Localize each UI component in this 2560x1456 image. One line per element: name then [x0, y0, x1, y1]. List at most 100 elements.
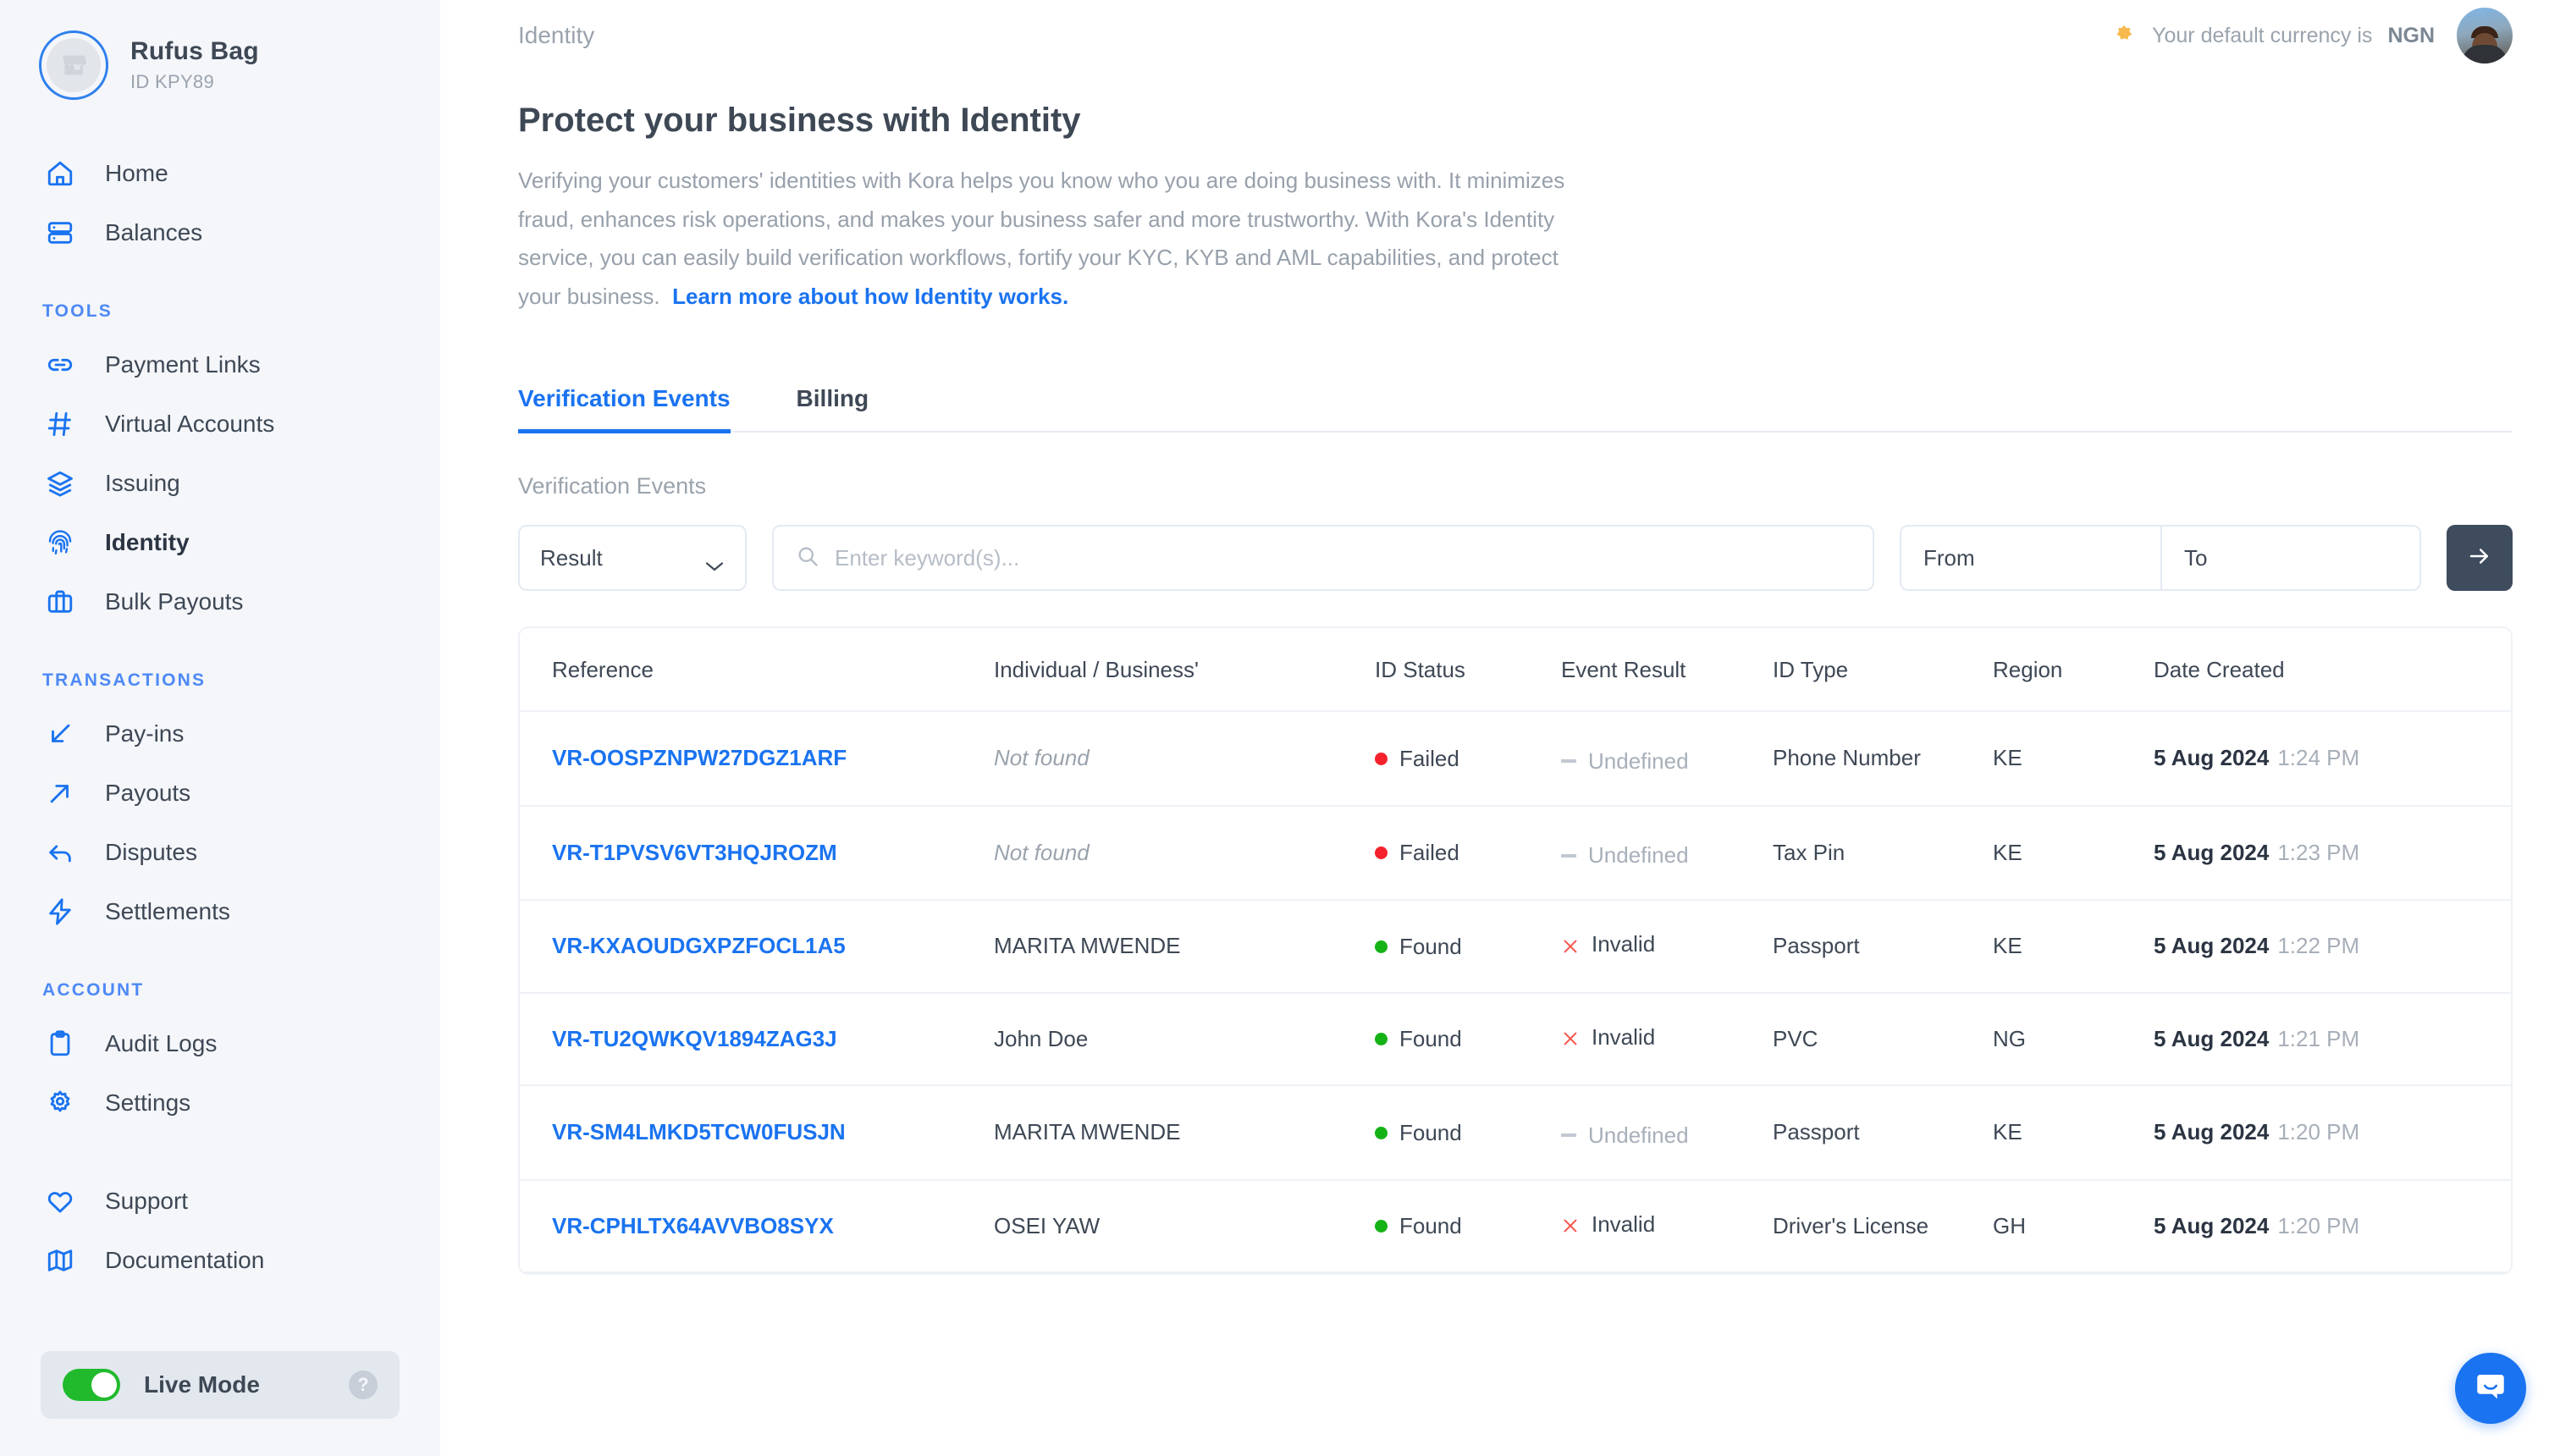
cell-date-created: 5 Aug 2024 1:22 PM	[2154, 900, 2511, 994]
status-label: Failed	[1399, 840, 1459, 866]
date-from-field[interactable]: From	[1901, 527, 2160, 589]
user-avatar[interactable]	[2457, 8, 2513, 63]
status-label: Failed	[1399, 745, 1459, 771]
sidebar-item-issuing[interactable]: Issuing	[0, 454, 440, 513]
column-header-region: Region	[1993, 628, 2154, 712]
layers-icon	[42, 466, 78, 501]
sidebar-item-settlements[interactable]: Settlements	[0, 882, 440, 941]
date-value: 5 Aug 2024	[2154, 745, 2270, 771]
cell-event-result: Invalid	[1561, 992, 1773, 1086]
page-description: Verifying your customers' identities wit…	[518, 162, 1602, 316]
table-row[interactable]: VR-TU2QWKQV1894ZAG3J John Doe Found Invalid…	[520, 992, 2511, 1086]
sidebar-item-payment-links[interactable]: Payment Links	[0, 335, 440, 394]
cell-region: NG	[1993, 992, 2154, 1086]
sidebar-item-balances[interactable]: Balances	[0, 203, 440, 262]
reference-link[interactable]: VR-OOSPZNPW27DGZ1ARF	[552, 745, 847, 770]
sidebar-item-identity[interactable]: Identity	[0, 513, 440, 572]
hash-icon	[42, 406, 78, 442]
reference-link[interactable]: VR-KXAOUDGXPZFOCL1A5	[552, 933, 846, 958]
search-input[interactable]	[835, 544, 1851, 571]
result-filter-select[interactable]: Result	[518, 525, 747, 591]
apply-filter-button[interactable]	[2447, 525, 2513, 591]
balances-icon	[42, 215, 78, 251]
profile-block[interactable]: Rufus Bag ID KPY89	[0, 0, 440, 100]
reference-link[interactable]: VR-TU2QWKQV1894ZAG3J	[552, 1026, 837, 1051]
sidebar-item-documentation[interactable]: Documentation	[0, 1231, 440, 1290]
reference-link[interactable]: VR-CPHLTX64AVVBO8SYX	[552, 1213, 834, 1238]
cell-event-result: Undefined	[1561, 1085, 1773, 1181]
sidebar-item-virtual-accounts[interactable]: Virtual Accounts	[0, 394, 440, 454]
cell-region: GH	[1993, 1179, 2154, 1273]
sidebar-item-audit-logs[interactable]: Audit Logs	[0, 1014, 440, 1073]
event-result-label: Invalid	[1592, 931, 1656, 957]
cell-event-result: Invalid	[1561, 1179, 1773, 1273]
result-filter-value: Result	[540, 544, 603, 571]
live-mode-toggle[interactable]	[63, 1369, 120, 1401]
link-icon	[42, 347, 78, 383]
sidebar-item-disputes[interactable]: Disputes	[0, 823, 440, 882]
table-row[interactable]: VR-OOSPZNPW27DGZ1ARF Not found Failed Undef…	[520, 711, 2511, 807]
column-header-id-status: ID Status	[1375, 628, 1561, 712]
cell-date-created: 5 Aug 2024 1:24 PM	[2154, 711, 2511, 807]
cell-id-status: Found	[1375, 1179, 1561, 1273]
table-row[interactable]: VR-KXAOUDGXPZFOCL1A5 MARITA MWENDE Found In…	[520, 900, 2511, 994]
cell-id-status: Found	[1375, 1085, 1561, 1181]
sidebar-item-settings[interactable]: Settings	[0, 1073, 440, 1133]
date-to-field[interactable]: To	[2160, 527, 2419, 589]
status-label: Found	[1399, 1026, 1462, 1052]
status-dot-green-icon	[1375, 1126, 1388, 1139]
status-label: Found	[1399, 1213, 1462, 1239]
event-result-badge: Undefined	[1561, 748, 1689, 775]
reference-link[interactable]: VR-SM4LMKD5TCW0FUSJN	[552, 1119, 846, 1144]
table-row[interactable]: VR-SM4LMKD5TCW0FUSJN MARITA MWENDE Found Un…	[520, 1085, 2511, 1181]
close-icon	[1561, 1028, 1580, 1046]
cell-individual-business: Not found	[994, 805, 1375, 901]
dash-icon	[1561, 853, 1576, 858]
arrow-down-left-icon	[42, 716, 78, 752]
cell-id-status: Failed	[1375, 711, 1561, 807]
sidebar-item-label: Audit Logs	[105, 1030, 218, 1056]
reference-link[interactable]: VR-T1PVSV6VT3HQJROZM	[552, 840, 837, 865]
sidebar-item-support[interactable]: Support	[0, 1172, 440, 1231]
cell-id-type: Tax Pin	[1773, 805, 1993, 901]
sidebar-item-bulk-payouts[interactable]: Bulk Payouts	[0, 572, 440, 631]
cell-reference: VR-CPHLTX64AVVBO8SYX	[520, 1179, 994, 1273]
cell-individual-business: Not found	[994, 711, 1375, 807]
learn-more-link[interactable]: Learn more about how Identity works.	[672, 284, 1068, 309]
arrow-return-icon	[42, 835, 78, 870]
help-icon[interactable]: ?	[349, 1371, 378, 1399]
sidebar-item-pay-ins[interactable]: Pay-ins	[0, 704, 440, 764]
sidebar-item-home[interactable]: Home	[0, 144, 440, 203]
event-result-label: Undefined	[1588, 1122, 1689, 1148]
sidebar-section-transactions: TRANSACTIONS	[42, 670, 207, 690]
cell-id-type: Phone Number	[1773, 711, 1993, 807]
status-badge: Found	[1375, 1213, 1462, 1239]
status-dot-green-icon	[1375, 1220, 1388, 1233]
chat-widget-button[interactable]	[2455, 1353, 2526, 1424]
cell-reference: VR-T1PVSV6VT3HQJROZM	[520, 805, 994, 901]
date-range: From To	[1900, 525, 2421, 591]
topbar: Identity Your default currency is NGN	[440, 0, 2560, 71]
date-value: 5 Aug 2024	[2154, 933, 2270, 959]
column-header-individual: Individual / Business'	[994, 628, 1375, 712]
cell-individual-business: OSEI YAW	[994, 1179, 1375, 1273]
table-row[interactable]: VR-T1PVSV6VT3HQJROZM Not found Failed Undef…	[520, 805, 2511, 901]
live-mode-toggle-row[interactable]: Live Mode ?	[41, 1351, 400, 1419]
tab-verification-events[interactable]: Verification Events	[518, 385, 731, 433]
search-box[interactable]	[772, 525, 1874, 591]
table-header-row: Reference Individual / Business' ID Stat…	[520, 628, 2511, 712]
sidebar-section-tools: TOOLS	[42, 301, 113, 321]
status-dot-red-icon	[1375, 847, 1388, 860]
table-row[interactable]: VR-CPHLTX64AVVBO8SYX OSEI YAW Found Invalid…	[520, 1179, 2511, 1273]
sidebar-item-label: Disputes	[105, 839, 197, 865]
sidebar-item-payouts[interactable]: Payouts	[0, 764, 440, 823]
chevron-down-icon	[704, 552, 725, 571]
gear-icon	[42, 1085, 78, 1121]
sidebar: Rufus Bag ID KPY89 Home Balances TOOLS P…	[0, 0, 440, 1456]
table-head: Reference Individual / Business' ID Stat…	[520, 628, 2511, 712]
default-currency-note[interactable]: Your default currency is NGN	[2111, 23, 2435, 48]
time-value: 1:24 PM	[2277, 745, 2360, 771]
content-area: Protect your business with Identity Veri…	[440, 102, 2560, 1275]
tab-billing[interactable]: Billing	[797, 385, 869, 431]
home-icon	[42, 156, 78, 191]
